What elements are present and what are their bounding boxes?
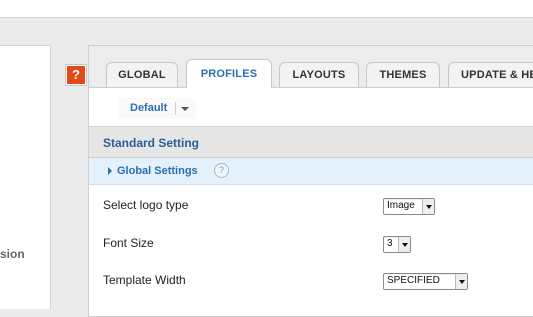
setting-label: Select logo type <box>103 198 189 212</box>
tab-bar: GLOBAL PROFILES LAYOUTS THEMES UPDATE & … <box>89 46 533 88</box>
profile-selector-label: Default <box>130 102 168 114</box>
global-settings-label: Global Settings <box>117 165 198 177</box>
caret-down-icon <box>459 280 465 284</box>
profile-selector-divider <box>175 102 176 115</box>
left-panel-text: sion <box>0 247 25 261</box>
top-bar <box>0 0 533 18</box>
expand-arrow-icon <box>108 167 112 175</box>
global-settings-toggle[interactable]: Global Settings ? <box>89 158 533 185</box>
profile-toolbar: Default <box>89 88 533 127</box>
setting-label: Font Size <box>103 236 154 250</box>
caret-down-icon <box>426 205 432 209</box>
select-value: Image <box>387 200 415 211</box>
tab-profiles[interactable]: PROFILES <box>186 59 272 88</box>
font-size-select[interactable]: 3 <box>383 236 411 253</box>
select-arrow <box>398 237 410 252</box>
section-title: Standard Setting <box>103 136 200 150</box>
logo-type-select[interactable]: Image <box>383 198 435 215</box>
settings-panel: GLOBAL PROFILES LAYOUTS THEMES UPDATE & … <box>88 45 533 317</box>
caret-down-icon <box>402 243 408 247</box>
chevron-down-icon[interactable] <box>181 107 189 111</box>
tab-update-help[interactable]: UPDATE & HE <box>448 62 533 87</box>
profile-selector-button[interactable]: Default <box>118 98 196 119</box>
tab-layouts[interactable]: LAYOUTS <box>279 62 359 87</box>
help-circle-icon[interactable]: ? <box>214 163 229 178</box>
select-value: 3 <box>387 238 393 249</box>
section-header: Standard Setting <box>89 127 533 158</box>
tab-themes[interactable]: THEMES <box>366 62 440 87</box>
help-button[interactable]: ? <box>65 64 87 86</box>
template-width-select[interactable]: SPECIFIED <box>383 273 468 290</box>
select-arrow <box>422 199 434 214</box>
tab-global[interactable]: GLOBAL <box>106 62 178 87</box>
select-arrow <box>455 274 467 289</box>
left-panel: sion <box>0 45 51 309</box>
settings-list: Select logo type Image Font Size 3 Templ… <box>89 185 533 316</box>
setting-label: Template Width <box>103 273 186 287</box>
select-value: SPECIFIED <box>387 275 440 286</box>
